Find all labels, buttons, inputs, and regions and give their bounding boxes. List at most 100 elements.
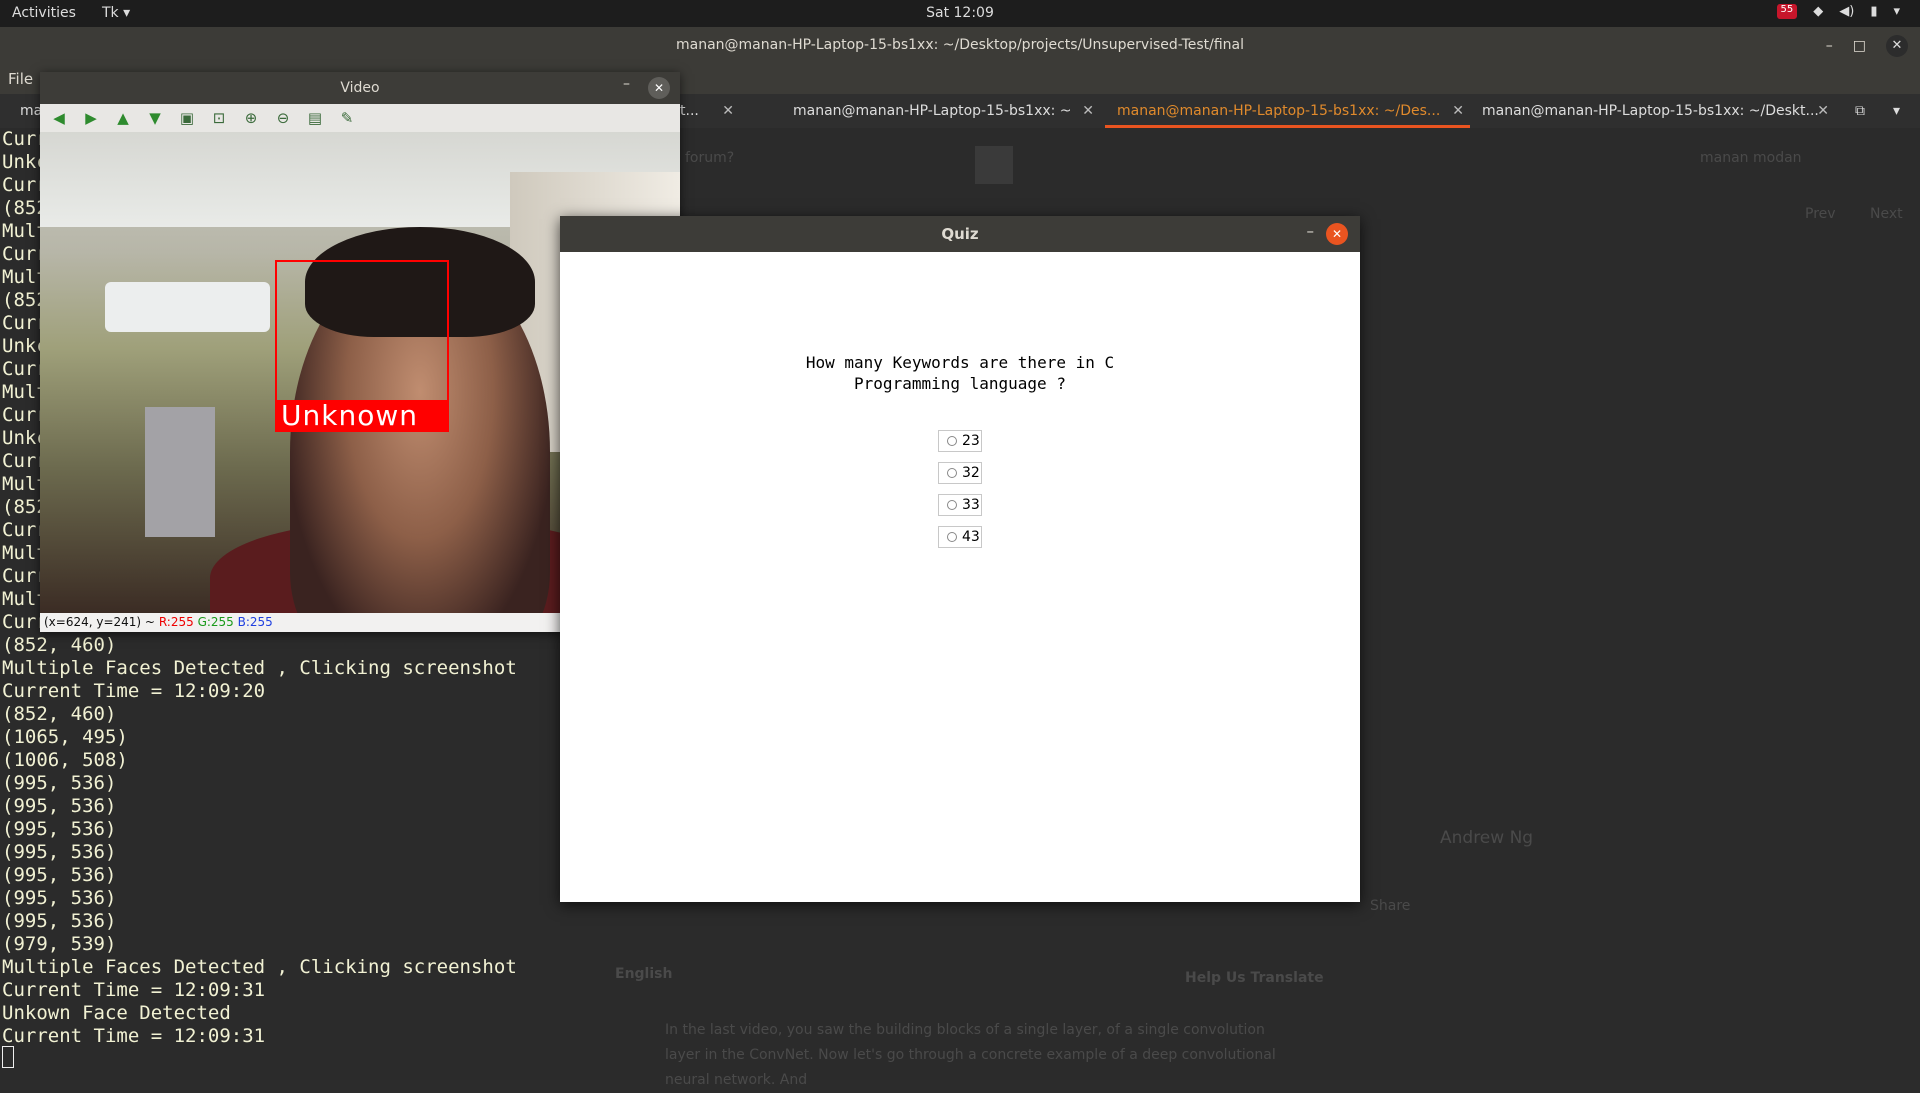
face-detection-box: [275, 260, 449, 402]
arrow-down-icon[interactable]: ▼: [144, 108, 166, 128]
terminal-line: (979, 539): [2, 933, 117, 955]
prev-link: Prev: [1805, 206, 1836, 222]
terminal-tab-3[interactable]: manan@manan-HP-Laptop-15-bs1xx: ~ ✕: [745, 94, 1100, 128]
radio-icon[interactable]: [947, 436, 957, 446]
terminal-titlebar[interactable]: manan@manan-HP-Laptop-15-bs1xx: ~/Deskto…: [0, 27, 1920, 64]
tabs-menu-icon[interactable]: ▾: [1893, 94, 1900, 128]
terminal-line: (995, 536): [2, 910, 117, 932]
status-blue: B:255: [237, 615, 273, 629]
quiz-option-1[interactable]: 23: [938, 430, 982, 452]
terminal-line: (995, 536): [2, 841, 117, 863]
quiz-title: Quiz: [941, 225, 979, 243]
transcript-text: In the last video, you saw the building …: [665, 1022, 1276, 1088]
top-bar: Activities Tk ▾ Sat 12:09 55 ◆ ◀) ▮ ▾: [0, 0, 1920, 27]
terminal-line: (1006, 508): [2, 749, 128, 771]
system-tray[interactable]: 55 ◆ ◀) ▮ ▾: [1776, 4, 1900, 19]
close-tab-icon[interactable]: ✕: [1452, 94, 1464, 125]
quiz-option-4[interactable]: 43: [938, 526, 982, 548]
quiz-option-3[interactable]: 33: [938, 494, 982, 516]
wifi-icon[interactable]: ◆: [1813, 4, 1823, 19]
app-menu[interactable]: Tk ▾: [102, 5, 130, 21]
terminal-cursor: [2, 1046, 14, 1068]
terminal-line: Current Time = 12:09:20: [2, 680, 266, 702]
arrow-right-icon[interactable]: ▶: [80, 108, 102, 128]
maximize-icon[interactable]: □: [1853, 38, 1866, 54]
next-link: Next: [1870, 206, 1903, 222]
tab-label: ma: [20, 103, 43, 119]
option-label: 23: [962, 433, 980, 449]
volume-icon[interactable]: ◀): [1839, 4, 1854, 19]
status-coords: (x=624, y=241) ~: [44, 615, 155, 629]
image-icon[interactable]: ▣: [176, 108, 198, 128]
terminal-line: (995, 536): [2, 864, 117, 886]
zoom-out-icon[interactable]: ⊖: [272, 108, 294, 128]
terminal-line: Unkown Face Detected: [2, 1002, 231, 1024]
zoom-fit-icon[interactable]: ⊡: [208, 108, 230, 128]
tab-label: manan@manan-HP-Laptop-15-bs1xx: ~: [793, 103, 1072, 119]
terminal-line: Current Time = 12:09:31: [2, 979, 266, 1001]
zoom-in-icon[interactable]: ⊕: [240, 108, 262, 128]
close-icon[interactable]: ✕: [1886, 35, 1908, 57]
arrow-left-icon[interactable]: ◀: [48, 108, 70, 128]
radio-icon[interactable]: [947, 532, 957, 542]
battery-icon[interactable]: ▮: [1870, 4, 1877, 19]
share-link: Share: [1370, 898, 1411, 914]
terminal-line: (995, 536): [2, 795, 117, 817]
language-select: English: [615, 966, 673, 982]
option-label: 32: [962, 465, 980, 481]
terminal-line: (852, 460): [2, 634, 117, 656]
wall-calendar: [145, 407, 215, 537]
save-icon[interactable]: ▤: [304, 108, 326, 128]
video-titlebar[interactable]: Video – ✕: [40, 72, 680, 104]
search-icon: [975, 146, 1013, 184]
minimize-icon[interactable]: –: [1826, 38, 1833, 54]
minimize-icon[interactable]: –: [1307, 222, 1315, 240]
radio-icon[interactable]: [947, 500, 957, 510]
terminal-line: Current Time = 12:09:31: [2, 1025, 266, 1047]
user-name: manan modan: [1700, 150, 1802, 166]
air-conditioner: [105, 282, 270, 332]
close-tab-icon[interactable]: ✕: [722, 94, 734, 128]
chevron-down-icon[interactable]: ▾: [1893, 4, 1900, 19]
notification-badge[interactable]: 55: [1776, 4, 1798, 19]
terminal-line: (995, 536): [2, 887, 117, 909]
clock[interactable]: Sat 12:09: [0, 5, 1920, 21]
face-label: Unknown: [275, 400, 449, 432]
status-red: R:255: [158, 615, 194, 629]
minimize-icon[interactable]: –: [623, 76, 630, 92]
video-toolbar: ◀ ▶ ▲ ▼ ▣ ⊡ ⊕ ⊖ ▤ ✎: [40, 104, 680, 132]
help-translate: Help Us Translate: [1185, 970, 1324, 986]
terminal-line: (995, 536): [2, 818, 117, 840]
quiz-window[interactable]: Quiz – ✕ How many Keywords are there in …: [560, 216, 1360, 902]
close-icon[interactable]: ✕: [648, 77, 670, 99]
option-label: 33: [962, 497, 980, 513]
new-tab-icon[interactable]: ⧉: [1855, 94, 1865, 128]
tab-label: manan@manan-HP-Laptop-15-bs1xx: ~/Deskt.…: [1482, 103, 1819, 119]
tab-label: manan@manan-HP-Laptop-15-bs1xx: ~/Des...: [1117, 103, 1441, 119]
terminal-line: (852, 460): [2, 703, 117, 725]
option-label: 43: [962, 529, 980, 545]
terminal-line: (1065, 495): [2, 726, 128, 748]
author: Andrew Ng: [1440, 828, 1534, 848]
search-placeholder: forum?: [685, 150, 735, 166]
quiz-question: How many Keywords are there in C Program…: [805, 353, 1115, 393]
terminal-line: Multiple Faces Detected , Clicking scree…: [2, 657, 517, 679]
menu-file[interactable]: File: [8, 70, 33, 88]
terminal-tab-5[interactable]: manan@manan-HP-Laptop-15-bs1xx: ~/Deskt.…: [1470, 94, 1835, 128]
video-title: Video: [340, 80, 380, 96]
arrow-up-icon[interactable]: ▲: [112, 108, 134, 128]
terminal-line: (995, 536): [2, 772, 117, 794]
close-tab-icon[interactable]: ✕: [1817, 94, 1829, 128]
properties-icon[interactable]: ✎: [336, 108, 358, 128]
close-tab-icon[interactable]: ✕: [1082, 94, 1094, 128]
tab-label: t...: [680, 103, 699, 119]
quiz-option-2[interactable]: 32: [938, 462, 982, 484]
terminal-line: Multiple Faces Detected , Clicking scree…: [2, 956, 517, 978]
terminal-tab-4[interactable]: manan@manan-HP-Laptop-15-bs1xx: ~/Des...…: [1105, 94, 1470, 128]
terminal-tab-2[interactable]: t... ✕: [680, 94, 740, 128]
activities-button[interactable]: Activities: [12, 5, 76, 21]
quiz-titlebar[interactable]: Quiz – ✕: [560, 216, 1360, 252]
terminal-title: manan@manan-HP-Laptop-15-bs1xx: ~/Deskto…: [675, 37, 1245, 53]
radio-icon[interactable]: [947, 468, 957, 478]
close-icon[interactable]: ✕: [1326, 223, 1348, 245]
